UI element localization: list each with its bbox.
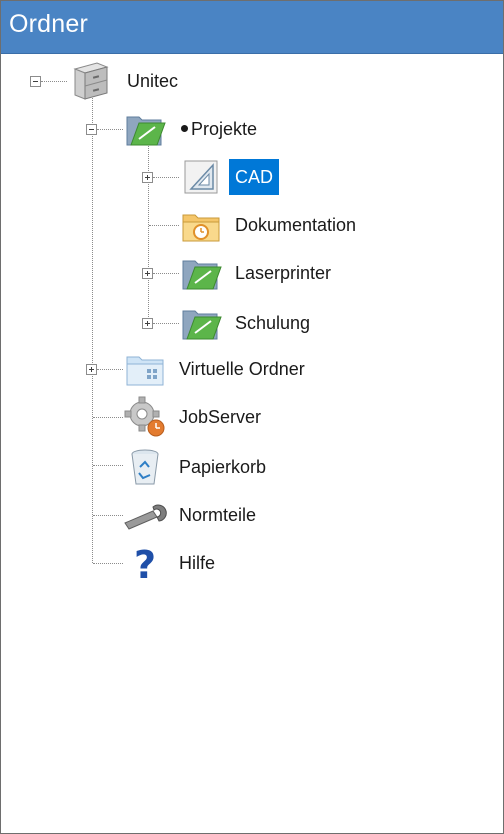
tree-item-projekte[interactable]: Projekte [179, 111, 259, 147]
tree-line [93, 465, 123, 466]
tree-line [93, 515, 123, 516]
tree-item-label: Papierkorb [179, 457, 267, 477]
virtual-folder-icon [123, 347, 167, 391]
tree-item-virtuelle-ordner[interactable]: Virtuelle Ordner [177, 351, 307, 387]
wrench-icon [123, 493, 167, 537]
collapse-toggle-unitec[interactable] [30, 76, 41, 87]
tree-item-jobserver[interactable]: JobServer [177, 399, 263, 435]
question-icon: ? [123, 541, 167, 587]
tree-item-label: Virtuelle Ordner [179, 359, 305, 379]
tree-item-schulung[interactable]: Schulung [233, 305, 312, 341]
tree-item-label: Normteile [179, 505, 257, 525]
panel-title: Ordner [9, 10, 89, 38]
tree-item-cad[interactable]: CAD [229, 159, 280, 195]
tree-line [148, 139, 149, 325]
cabinet-icon [67, 59, 111, 103]
tree-item-papierkorb[interactable]: Papierkorb [177, 449, 268, 485]
tree-line [93, 563, 123, 564]
svg-text:?: ? [134, 543, 156, 585]
tree-item-label: Hilfe [179, 553, 216, 573]
status-dot [181, 124, 188, 132]
tree-item-normteile[interactable]: Normteile [177, 497, 258, 533]
tree-item-label: JobServer [179, 407, 262, 427]
tree-line [153, 323, 179, 324]
tree-item-laserprinter[interactable]: Laserprinter [233, 255, 333, 291]
tree-item-label: Unitec [127, 71, 179, 91]
expand-toggle-schulung[interactable] [142, 318, 153, 329]
recycle-bin-icon [123, 445, 167, 489]
tree-item-label: Schulung [235, 313, 311, 333]
tree-line [93, 417, 123, 418]
expand-toggle-virtuelle-ordner[interactable] [86, 364, 97, 375]
expand-toggle-laserprinter[interactable] [142, 268, 153, 279]
collapse-toggle-projekte[interactable] [86, 124, 97, 135]
tree-item-unitec[interactable]: Unitec [125, 63, 180, 99]
tree-item-hilfe[interactable]: Hilfe [177, 545, 217, 581]
panel-header: Ordner [1, 1, 503, 54]
tree-line [41, 81, 67, 82]
expand-toggle-cad[interactable] [142, 172, 153, 183]
tree-line [92, 93, 93, 563]
folder-panel: Ordner Unitec Projekte CAD Dokumentation… [0, 0, 504, 834]
tree-line [97, 369, 123, 370]
tree-item-label: Laserprinter [235, 263, 332, 283]
folder-icon [179, 301, 223, 345]
doc-folder-icon [179, 203, 223, 247]
tree-item-label: Dokumentation [235, 215, 357, 235]
triangle-icon [179, 155, 223, 199]
tree-line [97, 129, 123, 130]
gear-icon [123, 395, 167, 439]
tree-line [149, 225, 179, 226]
tree-item-dokumentation[interactable]: Dokumentation [233, 207, 358, 243]
tree-item-label: CAD [235, 167, 274, 187]
folder-icon [179, 251, 223, 295]
tree-line [153, 177, 179, 178]
tree-line [153, 273, 179, 274]
folder-tree[interactable]: Unitec Projekte CAD Dokumentation Laserp… [1, 53, 503, 833]
folder-icon [123, 107, 167, 151]
tree-item-label: Projekte [191, 119, 258, 139]
